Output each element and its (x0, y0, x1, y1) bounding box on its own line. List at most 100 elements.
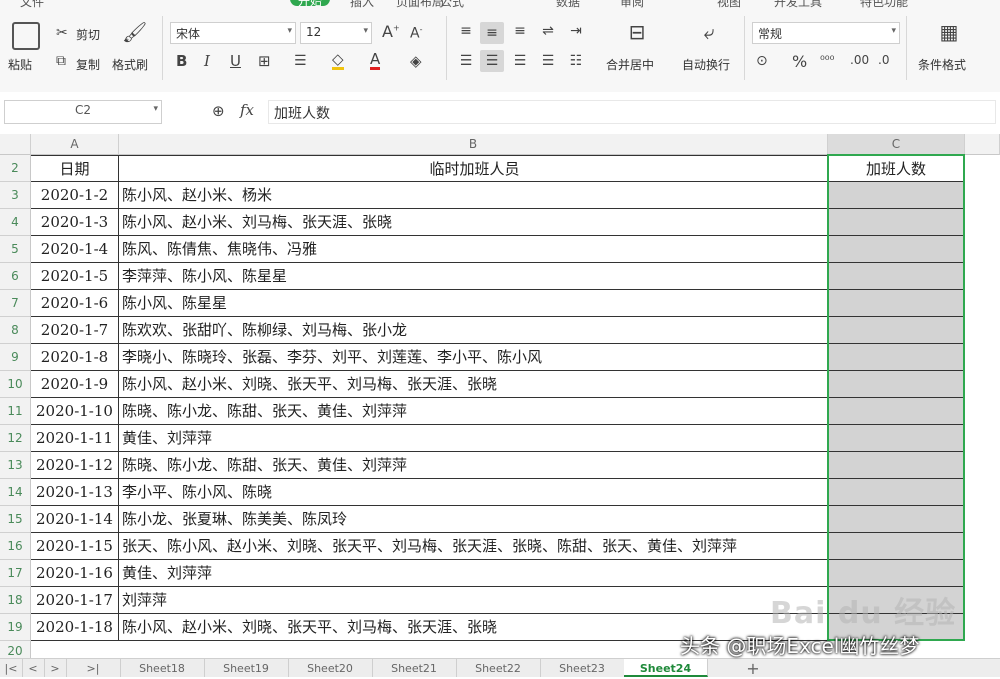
table-cell-date[interactable]: 2020-1-5 (31, 263, 119, 290)
row-header[interactable]: 14 (0, 479, 31, 506)
table-cell-people[interactable]: 李萍萍、陈小风、陈星星 (119, 263, 828, 290)
percent-icon[interactable]: % (792, 54, 807, 70)
justify-icon[interactable]: ☰ (538, 54, 558, 68)
row-header[interactable]: 11 (0, 398, 31, 425)
table-cell-people[interactable]: 李小平、陈小风、陈晓 (119, 479, 828, 506)
row-header[interactable]: 16 (0, 533, 31, 560)
row-header[interactable]: 5 (0, 236, 31, 263)
paste-icon[interactable] (12, 22, 40, 50)
orientation-icon[interactable]: ⇌ (538, 24, 558, 38)
font-color-icon[interactable]: A (370, 52, 381, 70)
table-cell-people[interactable]: 黄佳、刘萍萍 (119, 560, 828, 587)
table-cell-people[interactable]: 陈晓、陈小龙、陈甜、张天、黄佳、刘萍萍 (119, 398, 828, 425)
paste-button[interactable]: 粘贴 (8, 56, 32, 73)
menu-item[interactable]: 审阅 (620, 0, 644, 8)
column-header-c[interactable]: C (828, 134, 965, 155)
conditional-format-icon[interactable]: ▦ (934, 22, 964, 42)
select-all-corner[interactable] (0, 134, 31, 155)
table-cell-count[interactable] (828, 506, 965, 533)
formula-input[interactable]: 加班人数 (268, 100, 996, 124)
row-header[interactable]: 7 (0, 290, 31, 317)
merge-center-icon[interactable]: ⊟ (622, 22, 652, 42)
row-header[interactable]: 17 (0, 560, 31, 587)
strikethrough-icon[interactable]: ☰ (294, 54, 307, 68)
table-cell-count[interactable] (828, 425, 965, 452)
clear-format-icon[interactable]: ◈ (410, 54, 422, 69)
table-cell-date[interactable]: 2020-1-11 (31, 425, 119, 452)
table-cell-date[interactable]: 2020-1-9 (31, 371, 119, 398)
row-header[interactable]: 12 (0, 425, 31, 452)
function-icon[interactable]: fx (240, 103, 254, 118)
table-cell-count[interactable] (828, 344, 965, 371)
row-header[interactable]: 8 (0, 317, 31, 344)
format-painter-icon[interactable]: 🖌 (122, 22, 147, 42)
align-bottom-icon[interactable]: ≡ (510, 24, 530, 38)
column-header-a[interactable]: A (31, 134, 119, 155)
number-format-select[interactable]: 常规 ▾ (752, 22, 900, 44)
last-sheet-icon[interactable]: >| (66, 659, 121, 677)
table-cell-date[interactable]: 2020-1-17 (31, 587, 119, 614)
underline-icon[interactable]: U (230, 54, 241, 69)
cut-button[interactable]: 剪切 (76, 26, 100, 43)
prev-sheet-icon[interactable]: < (22, 659, 45, 677)
row-header[interactable]: 2 (0, 155, 31, 182)
copy-icon[interactable]: ⧉ (56, 54, 66, 68)
table-cell-count[interactable] (828, 452, 965, 479)
row-header[interactable]: 4 (0, 209, 31, 236)
sheet-tab[interactable]: Sheet20 (288, 659, 373, 677)
table-cell-date[interactable]: 2020-1-10 (31, 398, 119, 425)
header-cell-date[interactable]: 日期 (31, 155, 119, 182)
name-box[interactable]: C2 ▾ (4, 100, 162, 124)
increase-decimal-icon[interactable]: .00 (850, 54, 869, 66)
table-cell-count[interactable] (828, 371, 965, 398)
font-size-select[interactable]: 12 ▾ (300, 22, 372, 44)
row-header[interactable]: 9 (0, 344, 31, 371)
table-cell-people[interactable]: 张天、陈小风、赵小米、刘晓、张天平、刘马梅、张天涯、张晓、陈甜、张天、黄佳、刘萍… (119, 533, 828, 560)
column-header-d[interactable] (965, 134, 1000, 155)
header-cell-people[interactable]: 临时加班人员 (119, 155, 828, 182)
scissors-icon[interactable]: ✂ (56, 26, 68, 40)
thousands-icon[interactable]: ⁰⁰⁰ (820, 54, 834, 66)
row-header[interactable]: 10 (0, 371, 31, 398)
distribute-icon[interactable]: ☷ (566, 54, 586, 68)
menu-item[interactable]: 插入 (350, 0, 374, 8)
menu-item[interactable]: 页面布局 (396, 0, 444, 8)
table-cell-count[interactable] (828, 560, 965, 587)
sheet-tab[interactable]: Sheet24 (624, 659, 708, 677)
sheet-tab[interactable]: Sheet22 (456, 659, 541, 677)
table-cell-count[interactable] (828, 533, 965, 560)
menu-item[interactable]: 公式 (440, 0, 464, 8)
table-cell-count[interactable] (828, 317, 965, 344)
table-cell-count[interactable] (828, 263, 965, 290)
menu-item[interactable]: 开始 (290, 0, 331, 8)
align-middle-icon[interactable]: ≡ (480, 22, 504, 44)
align-top-icon[interactable]: ≡ (456, 24, 476, 38)
menu-item[interactable]: 视图 (717, 0, 741, 8)
wrap-text-icon[interactable]: ⤶ (694, 22, 724, 42)
menu-item[interactable]: 开发工具 (774, 0, 822, 8)
row-header[interactable]: 15 (0, 506, 31, 533)
merge-center-button[interactable]: 合并居中 (606, 56, 654, 73)
table-cell-date[interactable]: 2020-1-2 (31, 182, 119, 209)
copy-button[interactable]: 复制 (76, 56, 100, 73)
sheet-tab[interactable]: Sheet19 (204, 659, 289, 677)
sheet-tab[interactable]: Sheet18 (120, 659, 205, 677)
table-cell-date[interactable]: 2020-1-8 (31, 344, 119, 371)
row-header[interactable]: 18 (0, 587, 31, 614)
table-cell-people[interactable]: 李晓小、陈晓玲、张磊、李芬、刘平、刘莲莲、李小平、陈小风 (119, 344, 828, 371)
table-cell-date[interactable]: 2020-1-7 (31, 317, 119, 344)
zoom-formula-icon[interactable]: ⊕ (212, 104, 225, 119)
format-painter-button[interactable]: 格式刷 (112, 56, 148, 73)
align-right-icon[interactable]: ☰ (510, 54, 530, 68)
row-header[interactable]: 13 (0, 452, 31, 479)
table-cell-count[interactable] (828, 236, 965, 263)
table-cell-count[interactable] (828, 209, 965, 236)
align-left-icon[interactable]: ☰ (456, 54, 476, 68)
table-cell-people[interactable]: 黄佳、刘萍萍 (119, 425, 828, 452)
table-cell-date[interactable]: 2020-1-18 (31, 614, 119, 641)
table-cell-people[interactable]: 陈小风、赵小米、杨米 (119, 182, 828, 209)
table-cell-count[interactable] (828, 398, 965, 425)
bold-icon[interactable]: B (176, 54, 187, 69)
table-cell-date[interactable]: 2020-1-14 (31, 506, 119, 533)
fill-color-icon[interactable]: ◇ (332, 52, 344, 70)
